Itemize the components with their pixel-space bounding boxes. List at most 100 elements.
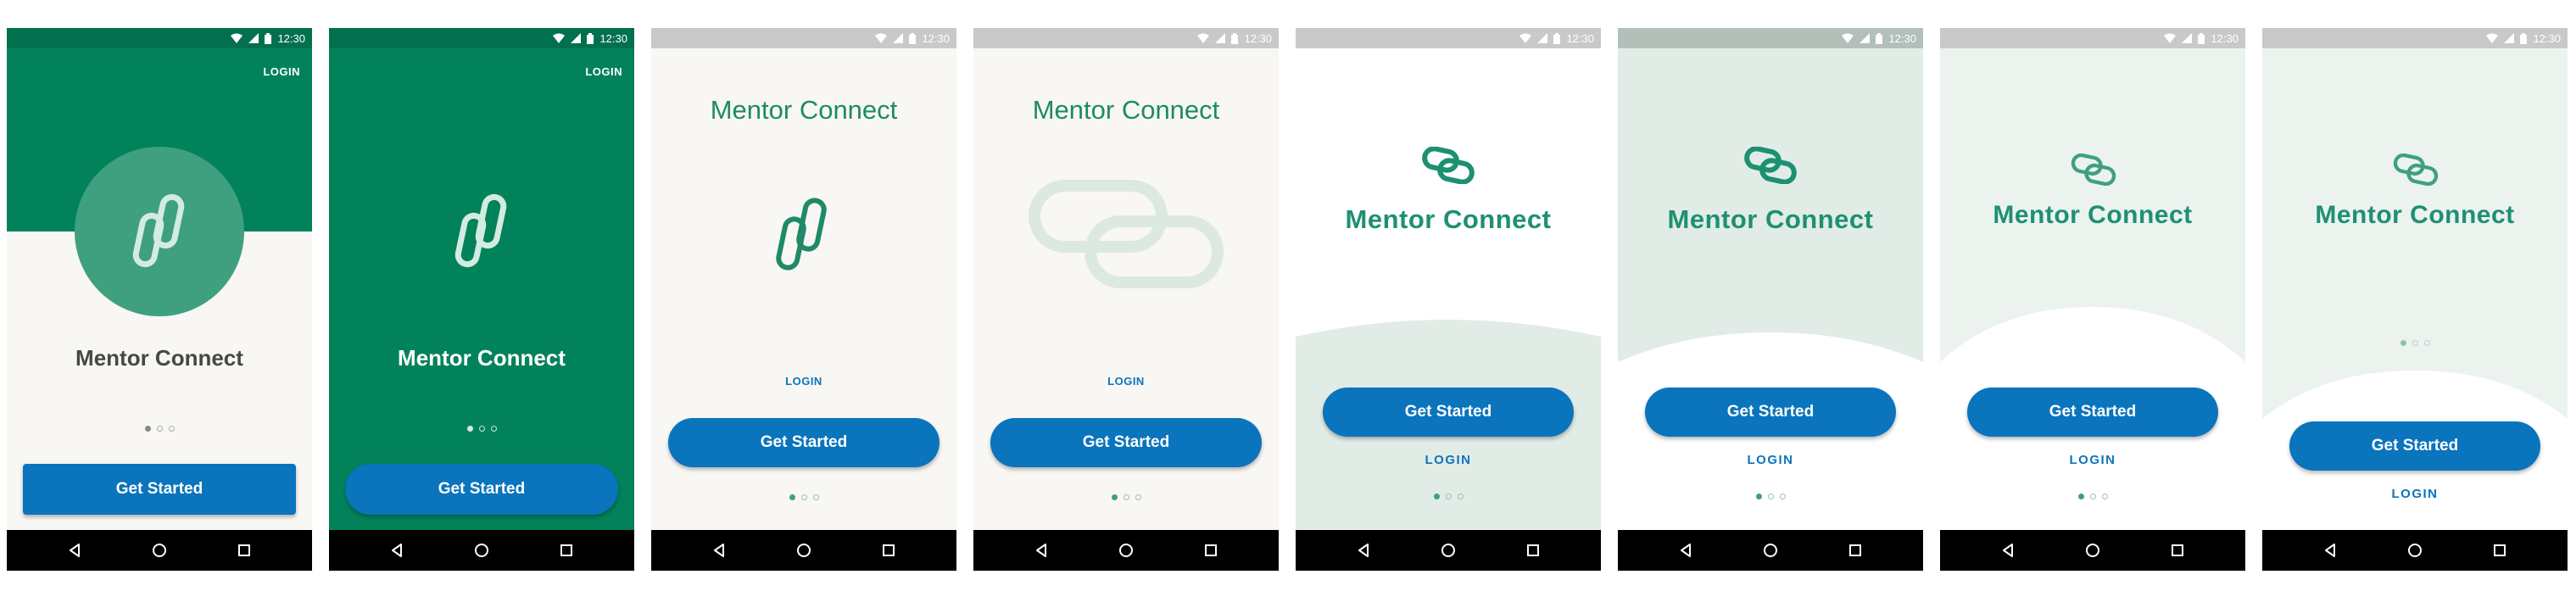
- back-icon[interactable]: [1033, 542, 1050, 559]
- nav-bar: [973, 530, 1279, 571]
- wifi-icon: [231, 33, 243, 43]
- app-title: Mentor Connect: [1993, 201, 2193, 229]
- page-dot: [1135, 494, 1141, 500]
- home-icon[interactable]: [473, 542, 490, 559]
- page-dot-active: [789, 494, 795, 500]
- login-link[interactable]: LOGIN: [973, 375, 1279, 388]
- login-link[interactable]: LOGIN: [585, 65, 622, 78]
- screen-content: Mentor Connect LOGIN Get Started: [973, 48, 1279, 530]
- back-icon[interactable]: [711, 542, 728, 559]
- status-bar: 12:30: [1940, 28, 2245, 48]
- login-link[interactable]: LOGIN: [1618, 453, 1923, 467]
- back-icon[interactable]: [1999, 542, 2016, 559]
- battery-icon: [265, 32, 272, 44]
- recents-icon[interactable]: [1202, 542, 1219, 559]
- app-title: Mentor Connect: [2315, 201, 2515, 229]
- recents-icon[interactable]: [1847, 542, 1864, 559]
- phone-screen-2: 12:30 LOGIN Mentor Connect Get Started: [329, 28, 634, 571]
- phone-screen-6: 12:30 Mentor Connect Get Started LOGIN: [1618, 28, 1923, 571]
- home-icon[interactable]: [795, 542, 812, 559]
- status-bar: 12:30: [1618, 28, 1923, 48]
- get-started-button[interactable]: Get Started: [990, 418, 1262, 467]
- screen-content: Mentor Connect Get Started LOGIN: [1296, 48, 1601, 530]
- login-link[interactable]: LOGIN: [651, 375, 956, 388]
- page-dot: [2423, 340, 2430, 346]
- login-link[interactable]: LOGIN: [1940, 453, 2245, 467]
- phone-screen-8: 12:30 Mentor Connect Get Started LOGIN: [2262, 28, 2568, 571]
- page-dot: [1767, 494, 1774, 499]
- battery-icon: [1553, 32, 1561, 44]
- status-time: 12:30: [1888, 31, 1916, 45]
- get-started-button[interactable]: Get Started: [2289, 421, 2540, 471]
- signal-icon: [248, 33, 259, 43]
- recents-icon[interactable]: [2491, 542, 2508, 559]
- battery-icon: [2198, 32, 2205, 44]
- home-icon[interactable]: [151, 542, 168, 559]
- home-icon[interactable]: [2084, 542, 2101, 559]
- wifi-icon: [2164, 33, 2177, 43]
- wifi-icon: [2486, 33, 2499, 43]
- chain-link-icon: [1744, 147, 1797, 184]
- recents-icon[interactable]: [1525, 542, 1542, 559]
- nav-bar: [1618, 530, 1923, 571]
- chain-link-icon: [132, 193, 185, 268]
- battery-icon: [587, 32, 594, 44]
- get-started-button[interactable]: Get Started: [345, 464, 618, 515]
- signal-icon: [1537, 33, 1548, 43]
- page-dot: [168, 426, 175, 432]
- page-indicator: [1618, 494, 1923, 499]
- home-icon[interactable]: [1762, 542, 1779, 559]
- battery-icon: [909, 32, 917, 44]
- status-time: 12:30: [599, 31, 627, 45]
- app-title: Mentor Connect: [1667, 204, 1874, 234]
- get-started-button[interactable]: Get Started: [1323, 388, 1574, 437]
- app-title: Mentor Connect: [710, 95, 898, 125]
- page-dot: [1123, 494, 1129, 500]
- page-dot-active: [2077, 494, 2084, 499]
- status-time: 12:30: [1566, 31, 1594, 45]
- recents-icon[interactable]: [2169, 542, 2186, 559]
- page-indicator: [1940, 494, 2245, 499]
- page-indicator: [973, 494, 1279, 500]
- get-started-button[interactable]: Get Started: [668, 418, 940, 467]
- wifi-icon: [1197, 33, 1210, 43]
- status-time: 12:30: [2211, 31, 2239, 45]
- page-indicator: [1296, 494, 1601, 499]
- home-icon[interactable]: [1118, 542, 1135, 559]
- phone-screen-4: 12:30 Mentor Connect LOGIN Get Started: [973, 28, 1279, 571]
- status-time: 12:30: [2533, 31, 2561, 45]
- get-started-button[interactable]: Get Started: [1645, 388, 1896, 437]
- back-icon[interactable]: [1677, 542, 1694, 559]
- signal-icon: [2182, 33, 2193, 43]
- status-bar: 12:30: [329, 28, 634, 48]
- wifi-icon: [553, 33, 566, 43]
- recents-icon[interactable]: [880, 542, 897, 559]
- nav-bar: [1940, 530, 2245, 571]
- app-title: Mentor Connect: [398, 345, 566, 371]
- back-icon[interactable]: [2322, 542, 2339, 559]
- nav-bar: [329, 530, 634, 571]
- page-dot: [1445, 494, 1452, 499]
- app-title: Mentor Connect: [1345, 204, 1552, 234]
- back-icon[interactable]: [388, 542, 405, 559]
- page-dot-active: [144, 426, 151, 432]
- status-bar: 12:30: [651, 28, 956, 48]
- home-icon[interactable]: [1440, 542, 1457, 559]
- get-started-button[interactable]: Get Started: [1967, 388, 2218, 437]
- back-icon[interactable]: [66, 542, 83, 559]
- screen-content: Mentor Connect Get Started LOGIN: [1940, 48, 2245, 530]
- login-link[interactable]: LOGIN: [1296, 453, 1601, 467]
- back-icon[interactable]: [1355, 542, 1372, 559]
- login-link[interactable]: LOGIN: [2262, 487, 2568, 501]
- page-dot: [156, 426, 163, 432]
- login-link[interactable]: LOGIN: [263, 65, 300, 78]
- status-bar: 12:30: [7, 28, 312, 48]
- recents-icon[interactable]: [558, 542, 575, 559]
- recents-icon[interactable]: [236, 542, 253, 559]
- home-icon[interactable]: [2406, 542, 2423, 559]
- get-started-button[interactable]: Get Started: [23, 464, 296, 515]
- screen-content: LOGIN Mentor Connect Get Started: [7, 48, 312, 530]
- status-time: 12:30: [922, 31, 950, 45]
- page-dot: [478, 426, 485, 432]
- page-dot: [2101, 494, 2108, 499]
